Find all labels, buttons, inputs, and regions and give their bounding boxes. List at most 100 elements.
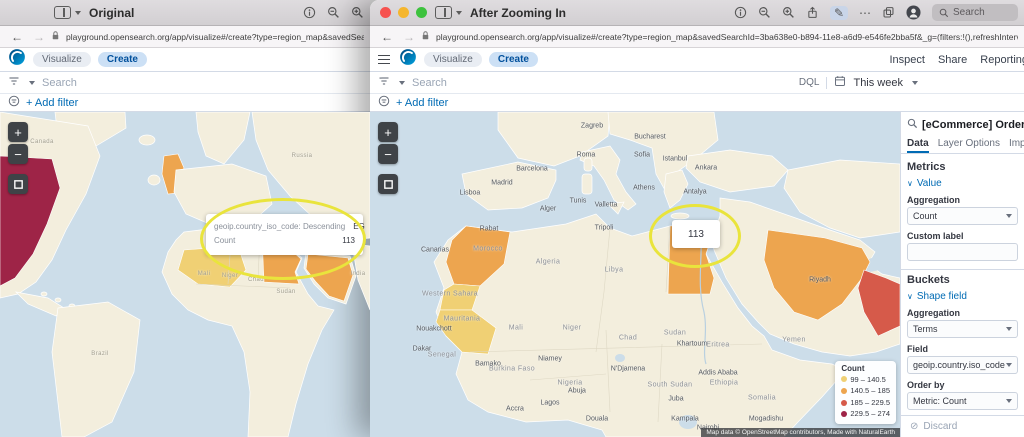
tab-layer-options[interactable]: Layer Options [938,135,1000,153]
order-by-value: Metric: Count [913,396,967,406]
maximize-window-button[interactable] [416,7,427,18]
legend-color-dot [841,387,848,394]
opensearch-logo-icon[interactable] [399,48,417,71]
zoom-in-icon[interactable] [351,6,364,19]
close-window-button[interactable] [380,7,391,18]
metrics-aggregation-select[interactable]: Count [907,207,1018,225]
right-region-map[interactable]: Zagreb Bucharest Roma Sofia Istanbul Ankara Ba… [370,112,900,437]
map-legend: Count 99 – 140.5 140.5 – 185 185 – 229.5 22… [835,360,896,424]
field-select[interactable]: geoip.country.iso_code [907,356,1018,374]
world-map[interactable] [0,112,370,437]
zoom-out-icon[interactable] [327,6,340,19]
share-icon[interactable] [806,6,819,19]
url-text[interactable]: playground.opensearch.org/app/visualize#… [436,32,1018,42]
legend-item: 140.5 – 185 [841,385,890,397]
shape-field-group-toggle[interactable]: ∨ Shape field [907,291,1018,302]
screenshot-root: Original ← → playground.opensearch.org/a… [0,0,1024,437]
right-map-controls: + − [378,122,398,194]
forward-icon[interactable]: → [33,31,45,43]
breadcrumb-visualize[interactable]: Visualize [424,52,482,67]
map-zoom-in-button[interactable]: + [8,122,28,142]
reporting-button[interactable]: Reporting [980,54,1024,66]
metrics-section-title: Metrics [907,161,946,173]
right-query-bar[interactable]: Search DQL This week [370,72,1024,94]
saved-search-title[interactable]: [eCommerce] Orders [922,119,1024,131]
legend-title: Count [841,363,865,373]
back-icon[interactable]: ← [11,31,23,43]
panel-tabs: Data Layer Options Import Vector Map [901,135,1024,154]
left-region-map[interactable]: Canada Russia Mali Niger Chad Sudan Brazil Indi… [0,112,370,437]
add-filter-button[interactable]: + Add filter [26,97,78,109]
add-filter-button[interactable]: + Add filter [396,97,448,109]
tab-import-vector-map[interactable]: Import Vector Map [1009,135,1024,153]
map-tooltip: 113 [672,220,720,248]
inspect-button[interactable]: Inspect [889,54,924,66]
map-fit-bounds-button[interactable] [378,174,398,194]
forward-icon[interactable]: → [403,31,415,43]
back-icon[interactable]: ← [381,31,393,43]
map-fit-bounds-button[interactable] [8,174,28,194]
edit-icon[interactable]: ✎ [829,5,848,20]
right-titlebar[interactable]: After Zooming In ✎ ⋯ Search [370,0,1024,26]
legend-list: 99 – 140.5 140.5 – 185 185 – 229.5 229.5 – … [841,374,890,421]
filter-settings-icon[interactable] [8,94,20,112]
legend-item: 229.5 – 274 [841,408,890,420]
tab-overview-icon[interactable] [435,6,452,19]
menu-icon[interactable] [378,54,390,65]
left-address-bar[interactable]: ← → playground.opensearch.org/app/visual… [0,26,370,48]
filter-menu-icon[interactable] [8,74,20,92]
breadcrumb-create[interactable]: Create [97,52,147,67]
legend-color-dot [841,376,848,383]
url-text[interactable]: playground.opensearch.org/app/visualize#… [66,32,364,42]
map-tooltip: geoip.country_iso_code: Descending EG Co… [206,214,365,255]
value-group-toggle[interactable]: ∨ Value [907,178,1018,189]
buckets-section-title: Buckets [907,274,950,286]
custom-label-label: Custom label [907,231,964,241]
bucket-aggregation-select[interactable]: Terms [907,320,1018,338]
legend-color-dot [841,399,848,406]
profile-avatar[interactable] [906,5,921,20]
custom-label-input[interactable] [907,243,1018,261]
breadcrumb-create[interactable]: Create [488,52,538,67]
search-input[interactable]: Search [42,77,77,89]
right-address-bar[interactable]: ← → playground.opensearch.org/app/visual… [370,26,1024,48]
search-input[interactable]: Search [412,77,447,89]
legend-item-label: 140.5 – 185 [850,386,890,396]
new-window-icon[interactable] [882,6,895,19]
left-browser-window: Original ← → playground.opensearch.org/a… [0,0,370,437]
query-bar-right: DQL This week [799,75,918,90]
breadcrumb-visualize[interactable]: Visualize [33,52,91,67]
share-button[interactable]: Share [938,54,967,66]
discard-button[interactable]: ⊘ Discard [901,415,1024,437]
filter-settings-icon[interactable] [378,94,390,112]
metrics-aggregation-value: Count [913,211,938,221]
order-by-select[interactable]: Metric: Count [907,392,1018,410]
query-language-button[interactable]: DQL [799,77,820,88]
zoom-in-icon[interactable] [782,6,795,19]
field-label: Field [907,344,929,354]
right-filter-bar: + Add filter [370,94,1024,112]
info-icon[interactable] [303,6,316,19]
tooltip-field-value: EG [353,222,365,231]
left-titlebar[interactable]: Original [0,0,370,26]
tab-data[interactable]: Data [907,135,929,153]
left-query-bar[interactable]: Search [0,72,370,94]
opensearch-logo-icon[interactable] [8,48,26,71]
zoom-out-icon[interactable] [758,6,771,19]
info-icon[interactable] [734,6,747,19]
chevron-down-icon [1006,214,1012,218]
more-icon[interactable]: ⋯ [859,7,871,19]
minimize-window-button[interactable] [398,7,409,18]
zoomed-map[interactable] [370,112,900,437]
tooltip-field-label: geoip.country_iso_code: Descending [214,222,346,231]
map-zoom-out-button[interactable]: − [8,144,28,164]
order-by-label: Order by [907,380,945,390]
chevron-down-icon[interactable] [912,80,918,85]
map-zoom-out-button[interactable]: − [378,144,398,164]
calendar-icon[interactable] [834,75,846,90]
tab-overview-icon[interactable] [54,6,71,19]
browser-search-field[interactable]: Search [932,4,1018,21]
map-zoom-in-button[interactable]: + [378,122,398,142]
filter-menu-icon[interactable] [378,74,390,92]
time-range-picker[interactable]: This week [853,77,903,89]
